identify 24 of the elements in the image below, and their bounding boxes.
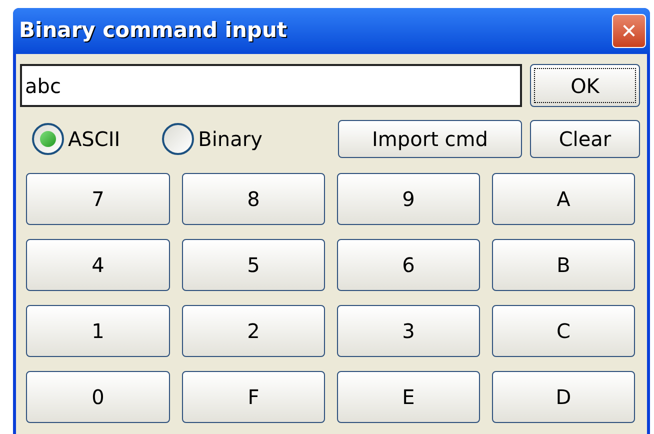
key-button[interactable]: 8 — [182, 173, 325, 225]
key-button[interactable]: D — [492, 371, 635, 423]
command-input-field[interactable]: abc — [20, 64, 522, 107]
clear-button[interactable]: Clear — [530, 120, 640, 158]
key-button[interactable]: 2 — [182, 305, 325, 357]
key-button[interactable]: 1 — [26, 305, 170, 357]
key-button[interactable]: E — [337, 371, 480, 423]
key-button[interactable]: 5 — [182, 239, 325, 291]
radio-button[interactable]: Binary — [162, 123, 262, 155]
key-button[interactable]: C — [492, 305, 635, 357]
import-cmd-button[interactable]: Import cmd — [338, 120, 522, 158]
close-button[interactable]: ✕ — [612, 14, 646, 48]
key-button[interactable]: 9 — [337, 173, 480, 225]
key-button[interactable]: B — [492, 239, 635, 291]
key-button[interactable]: 4 — [26, 239, 170, 291]
key-button[interactable]: F — [182, 371, 325, 423]
window-title: Binary command input — [19, 17, 287, 44]
key-button[interactable]: 0 — [26, 371, 170, 423]
key-button[interactable]: 3 — [337, 305, 480, 357]
key-button[interactable]: 7 — [26, 173, 170, 225]
key-button[interactable]: 6 — [337, 239, 480, 291]
ok-button[interactable]: OK — [530, 64, 640, 107]
key-button[interactable]: A — [492, 173, 635, 225]
radio-button[interactable]: ASCII — [32, 123, 120, 155]
